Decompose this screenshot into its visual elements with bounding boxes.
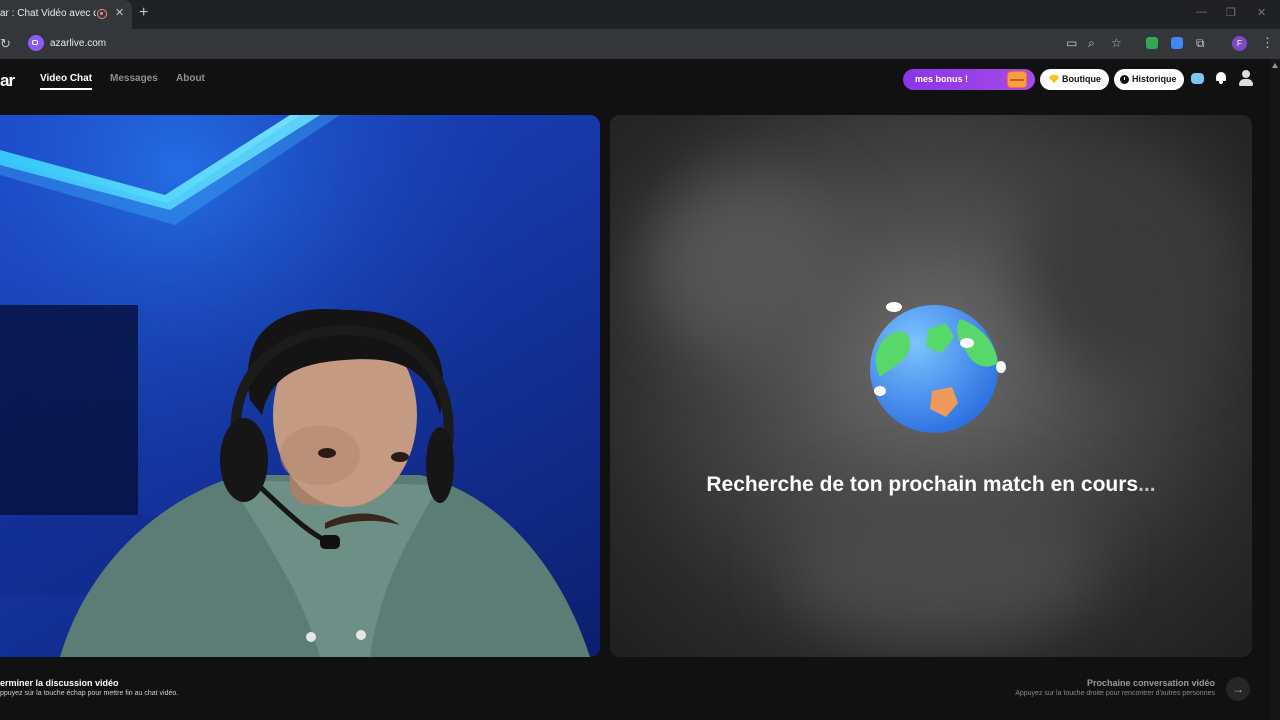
blurred-background (650, 175, 850, 355)
nav-messages[interactable]: Messages (110, 73, 158, 84)
next-chat-title[interactable]: Prochaine conversation vidéo (1087, 678, 1215, 688)
bonus-button[interactable]: mes bonus ! (903, 69, 1035, 90)
site-info-icon[interactable] (28, 35, 44, 51)
scroll-up-arrow-icon[interactable] (1272, 63, 1278, 68)
minimize-button[interactable]: — (1196, 6, 1207, 18)
bookmark-star-icon[interactable]: ☆ (1111, 36, 1122, 50)
shop-label: Boutique (1062, 74, 1101, 84)
gift-box-icon (1007, 71, 1027, 88)
extension-icon[interactable] (1171, 37, 1183, 49)
recording-icon (97, 9, 107, 19)
shop-button[interactable]: Boutique (1040, 69, 1109, 90)
status-text: Recherche de ton prochain match en cours (706, 473, 1139, 496)
address-bar-row: ↻ azarlive.com ▭ ⌕ ☆ ⧉ F ⋮ (0, 29, 1280, 59)
extension-icon[interactable] (1146, 37, 1158, 49)
loading-dots: ... (1138, 473, 1156, 496)
match-search-status: Recherche de ton prochain match en cours… (610, 473, 1252, 497)
partner-video-area: Recherche de ton prochain match en cours… (610, 115, 1252, 657)
self-video-feed (0, 115, 600, 657)
clock-icon (1120, 75, 1129, 84)
blurred-background (790, 495, 1090, 635)
webcam-person-image (0, 115, 600, 657)
globe-icon (870, 302, 1006, 433)
extensions-puzzle-icon[interactable]: ⧉ (1196, 36, 1205, 51)
end-chat-hint: ppuyez sur la touche échap pour mettre f… (0, 690, 179, 697)
new-tab-button[interactable]: + (139, 4, 148, 22)
next-arrow-button[interactable]: → (1226, 677, 1250, 701)
browser-menu-icon[interactable]: ⋮ (1261, 35, 1274, 51)
restore-button[interactable]: ❐ (1226, 6, 1236, 19)
reload-icon[interactable]: ↻ (0, 36, 11, 52)
blurred-background (1030, 155, 1230, 375)
end-chat-title[interactable]: erminer la discussion vidéo (0, 678, 119, 688)
browser-tab[interactable]: ar : Chat Vidéo avec de n ✕ (0, 0, 132, 29)
bonus-label: mes bonus ! (915, 74, 969, 84)
history-button[interactable]: Historique (1114, 69, 1184, 90)
azar-logo[interactable]: ar (0, 71, 15, 91)
chat-bubble-icon[interactable] (1191, 73, 1204, 84)
cast-icon[interactable]: ▭ (1066, 36, 1077, 50)
nav-video-chat[interactable]: Video Chat (40, 73, 93, 90)
close-window-button[interactable]: ✕ (1257, 6, 1266, 19)
site-header: ar Video Chat Messages About mes bonus !… (0, 59, 1280, 109)
next-chat-hint: Appuyez sur la touche droite pour rencon… (1015, 690, 1215, 697)
url-field[interactable]: azarlive.com (50, 38, 106, 49)
user-account-icon[interactable] (1239, 70, 1253, 86)
browser-tabstrip: ar : Chat Vidéo avec de n ✕ + — ❐ ✕ (0, 0, 1280, 29)
diamond-icon (1049, 75, 1059, 83)
tab-close-icon[interactable]: ✕ (115, 6, 124, 19)
nav-about[interactable]: About (176, 73, 205, 84)
profile-avatar[interactable]: F (1232, 36, 1247, 51)
page-scrollbar[interactable] (1270, 59, 1280, 720)
tab-title: ar : Chat Vidéo avec de n (0, 8, 96, 19)
zoom-icon[interactable]: ⌕ (1088, 36, 1095, 51)
history-label: Historique (1132, 74, 1177, 84)
bell-icon[interactable] (1215, 71, 1227, 84)
